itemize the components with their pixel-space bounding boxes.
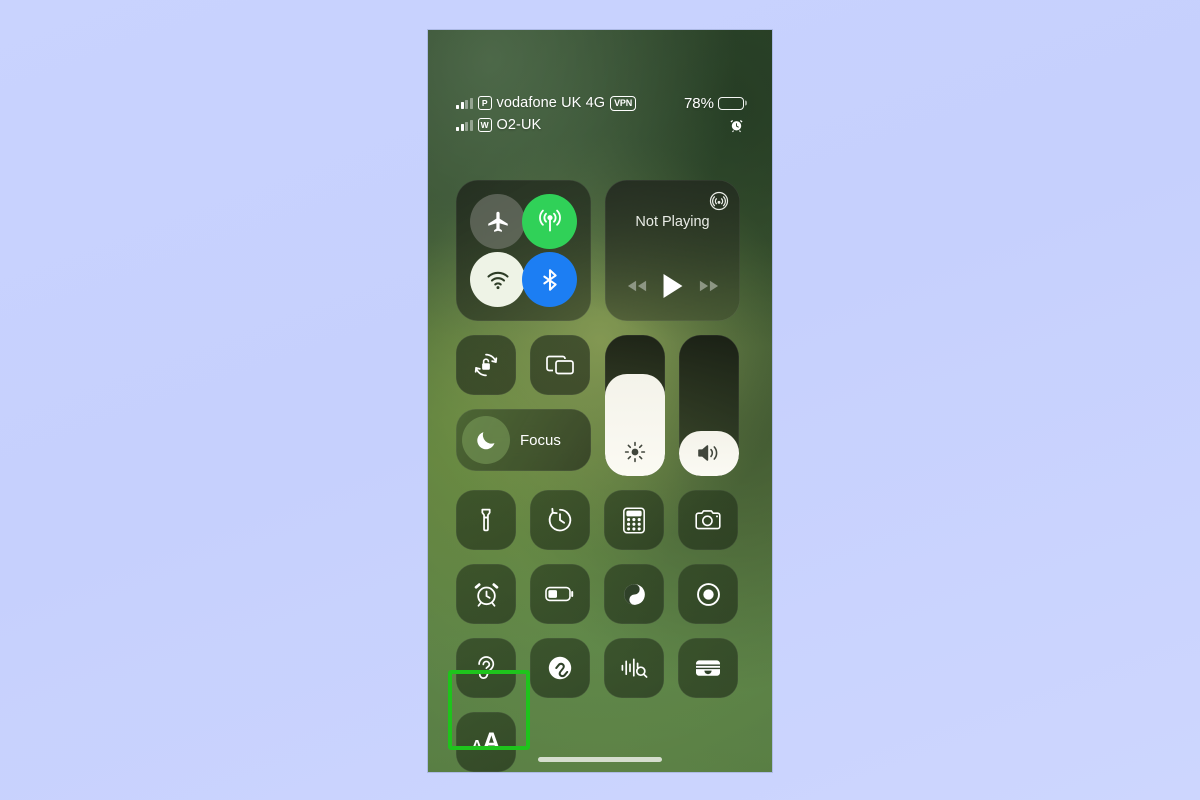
cc-left-column: Focus: [456, 335, 591, 476]
calculator-icon: [622, 506, 646, 534]
phone-screen: P vodafone UK 4G VPN 78% W O2-UK Not Pla…: [428, 30, 772, 772]
cellular-icon: [535, 207, 565, 237]
sim-badge-icon-2: W: [477, 118, 492, 132]
screen-mirroring-button[interactable]: [530, 335, 590, 395]
battery-low-icon: [545, 585, 575, 603]
brightness-slider[interactable]: [605, 335, 665, 476]
bluetooth-icon: [537, 267, 563, 293]
focus-module[interactable]: Focus: [456, 409, 591, 471]
alarm-status-group: [729, 118, 744, 133]
alarm-clock-icon: [729, 118, 744, 133]
shazam-icon: [546, 654, 574, 682]
signal-bars-icon-1: [456, 97, 473, 109]
rewind-button[interactable]: [627, 279, 647, 293]
carrier-label-2: O2-UK: [496, 117, 542, 133]
alarm-icon: [473, 581, 500, 608]
screen-recording-button[interactable]: [678, 564, 738, 624]
media-transport-controls: [605, 273, 740, 299]
cc-toggle-pair: [456, 335, 591, 395]
connectivity-module: [456, 180, 591, 321]
camera-icon: [694, 508, 722, 532]
airplay-audio-icon[interactable]: [709, 191, 729, 211]
cc-slider-group: [605, 335, 739, 476]
now-playing-title: Not Playing: [635, 214, 710, 230]
cc-row-middle: Focus: [456, 335, 744, 476]
play-button[interactable]: [662, 273, 684, 299]
battery-icon: [718, 96, 744, 110]
record-icon: [695, 581, 722, 608]
signal-bars-icon-2: [456, 119, 473, 131]
focus-label: Focus: [520, 431, 561, 449]
airplane-icon: [485, 209, 511, 235]
battery-group: 78%: [684, 95, 744, 112]
media-playback-module[interactable]: Not Playing: [605, 180, 740, 321]
shazam-button[interactable]: [530, 638, 590, 698]
vpn-badge-icon: VPN: [610, 95, 637, 111]
sound-recognition-icon: [619, 655, 649, 681]
carrier-group-1: P vodafone UK 4G VPN: [456, 95, 684, 111]
cellular-data-button[interactable]: [522, 194, 577, 249]
alarm-button[interactable]: [456, 564, 516, 624]
bluetooth-button[interactable]: [522, 252, 577, 307]
timer-button[interactable]: [530, 490, 590, 550]
cc-row-top: Not Playing: [456, 180, 744, 321]
airplane-mode-button[interactable]: [470, 194, 525, 249]
battery-percent-label: 78%: [683, 94, 714, 112]
carrier-label-1: vodafone UK 4G: [496, 95, 606, 111]
dark-mode-button[interactable]: [604, 564, 664, 624]
moon-icon: [462, 416, 510, 464]
rotation-lock-button[interactable]: [456, 335, 516, 395]
sound-recognition-button[interactable]: [604, 638, 664, 698]
wallet-button[interactable]: [678, 638, 738, 698]
carrier-group-2: W O2-UK: [456, 117, 729, 133]
low-power-mode-button[interactable]: [530, 564, 590, 624]
wallet-icon: [694, 656, 722, 680]
status-bar-line-2: W O2-UK: [456, 114, 744, 136]
flashlight-icon: [473, 507, 499, 533]
volume-slider[interactable]: [679, 335, 739, 476]
sim-badge-icon-1: P: [477, 96, 492, 110]
home-indicator[interactable]: [538, 757, 662, 762]
camera-button[interactable]: [678, 490, 738, 550]
speaker-icon: [679, 442, 739, 464]
fast-forward-button[interactable]: [699, 279, 719, 293]
flashlight-button[interactable]: [456, 490, 516, 550]
status-bar-line-1: P vodafone UK 4G VPN 78%: [456, 92, 744, 114]
timer-icon: [546, 506, 574, 534]
screen-mirroring-icon: [545, 352, 575, 378]
rotation-lock-icon: [472, 351, 500, 379]
dark-mode-icon: [621, 581, 648, 608]
text-size-highlight-box: [448, 670, 530, 750]
wifi-icon: [484, 266, 512, 294]
calculator-button[interactable]: [604, 490, 664, 550]
wifi-button[interactable]: [470, 252, 525, 307]
sun-icon: [605, 440, 665, 464]
status-bar: P vodafone UK 4G VPN 78% W O2-UK: [428, 92, 772, 136]
